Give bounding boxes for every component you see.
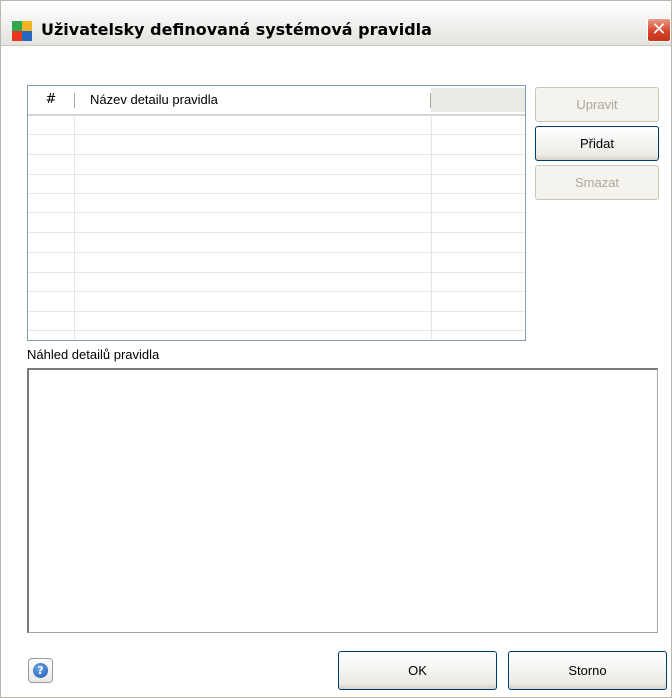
grid-row-line [28,134,525,135]
close-icon[interactable]: ✕ [647,18,671,42]
grid-row-line [28,174,525,175]
rule-details-preview[interactable] [27,368,658,633]
grid-column-line [431,114,432,340]
title-bar: Uživatelsky definovaná systémová pravidl… [1,1,671,46]
dialog-window: Uživatelsky definovaná systémová pravidl… [0,0,672,698]
avg-app-icon [12,21,32,41]
help-button[interactable]: ? [28,658,53,683]
grid-row-line [28,291,525,292]
grid-row-line [28,272,525,273]
grid-row-line [28,252,525,253]
column-separator[interactable] [74,93,75,108]
rules-grid[interactable]: # Název detailu pravidla [27,85,526,341]
preview-label: Náhled detailů pravidla [27,347,160,362]
grid-row-line [28,154,525,155]
grid-row-line [28,311,525,312]
grid-row-line [28,232,525,233]
add-button[interactable]: Přidat [535,126,659,161]
column-header-rule-name[interactable]: Název detailu pravidla [90,86,218,114]
cancel-button[interactable]: Storno [508,651,667,690]
help-icon: ? [33,663,48,678]
grid-column-line [74,114,75,340]
column-header-empty [431,88,525,112]
ok-button[interactable]: OK [338,651,497,690]
grid-row-line [28,330,525,331]
delete-button[interactable]: Smazat [535,165,659,200]
grid-row-line [28,193,525,194]
column-header-number[interactable]: # [28,86,74,114]
grid-header: # Název detailu pravidla [28,86,525,116]
edit-button[interactable]: Upravit [535,87,659,122]
window-title: Uživatelsky definovaná systémová pravidl… [41,20,432,39]
grid-row-line [28,212,525,213]
